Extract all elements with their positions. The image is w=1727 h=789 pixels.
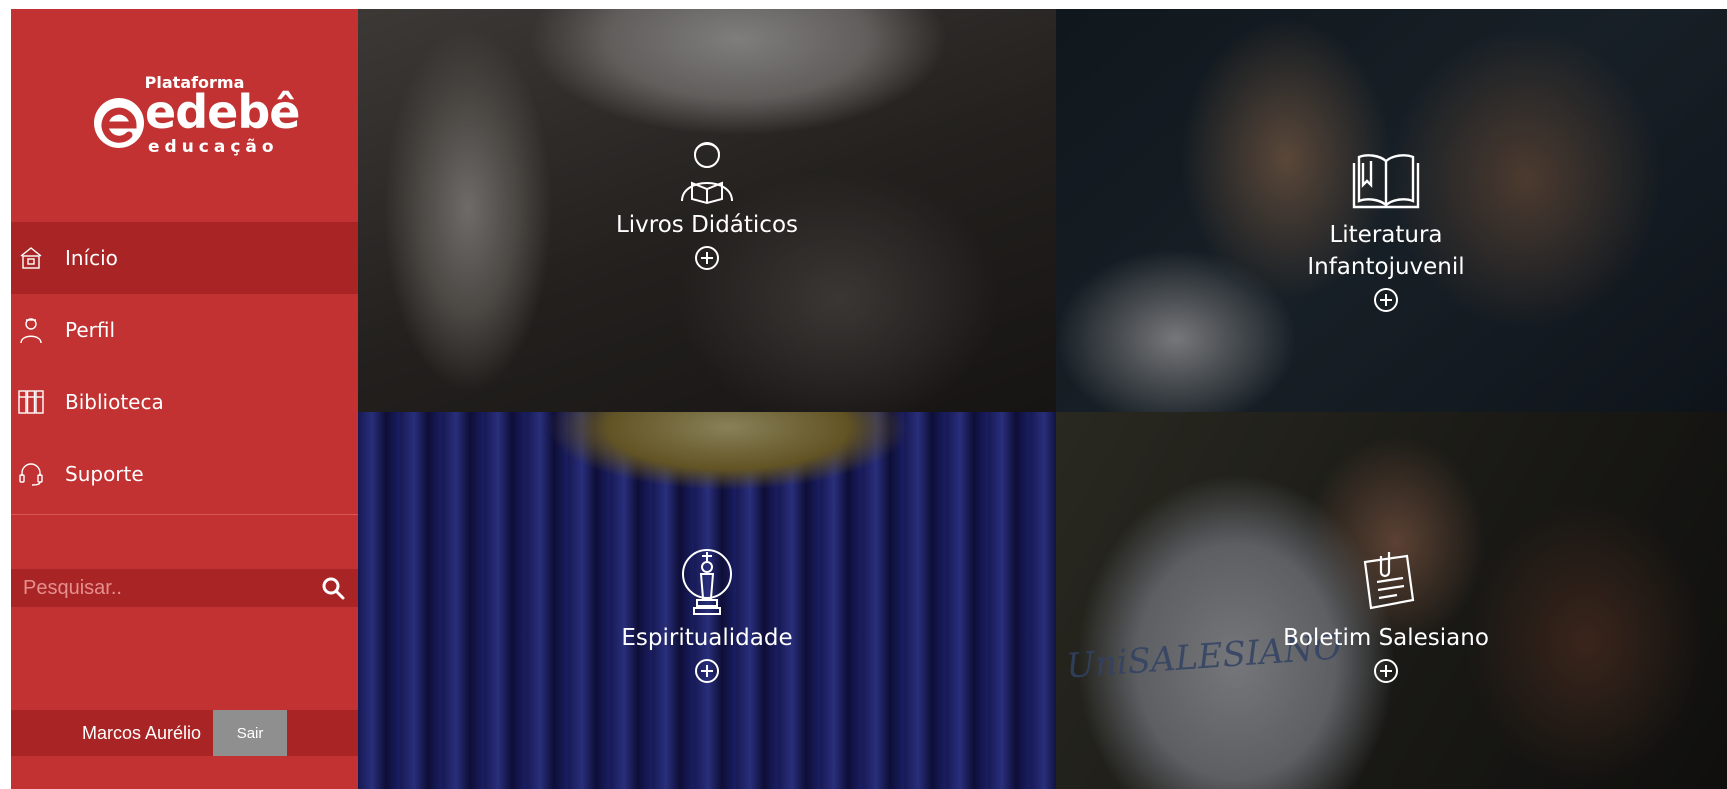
user-icon bbox=[17, 316, 45, 344]
tile-content: Livros Didáticos bbox=[607, 135, 807, 275]
logout-button[interactable]: Sair bbox=[213, 710, 288, 756]
headset-icon bbox=[17, 460, 45, 488]
library-icon bbox=[17, 388, 45, 416]
nav-divider bbox=[11, 514, 358, 515]
app: Plataforma edebê educação Início Perfil … bbox=[11, 9, 1727, 789]
reader-icon bbox=[681, 142, 733, 205]
brand-main: edebê bbox=[145, 85, 300, 139]
plus-circle-icon[interactable] bbox=[1373, 658, 1399, 684]
sidebar: Plataforma edebê educação Início Perfil … bbox=[11, 9, 358, 789]
user-name: Marcos Aurélio bbox=[81, 722, 202, 743]
tile-content: Boletim Salesiano bbox=[1276, 548, 1496, 688]
sidebar-item-label: Biblioteca bbox=[65, 390, 164, 414]
open-book-icon bbox=[1352, 154, 1420, 209]
tile-literatura-infantojuvenil[interactable]: Literatura Infantojuvenil bbox=[1056, 9, 1727, 412]
brand-sub: educação bbox=[148, 137, 279, 157]
search-input[interactable] bbox=[11, 570, 316, 606]
plus-circle-icon[interactable] bbox=[694, 245, 720, 271]
sidebar-item-inicio[interactable]: Início bbox=[11, 222, 358, 294]
sidebar-item-suporte[interactable]: Suporte bbox=[11, 438, 358, 510]
tile-boletim-salesiano[interactable]: UniSALESIANO Boletim Salesiano bbox=[1056, 412, 1727, 789]
user-bar: Marcos Aurélio Sair bbox=[11, 710, 358, 756]
brand-logo[interactable]: Plataforma edebê educação bbox=[11, 73, 358, 163]
plus-circle-icon[interactable] bbox=[1373, 287, 1399, 313]
chess-king-icon bbox=[682, 549, 732, 615]
category-grid: Livros Didáticos Literatura Infantojuven… bbox=[358, 9, 1727, 789]
sidebar-item-label: Perfil bbox=[65, 318, 116, 342]
tile-label: Boletim Salesiano bbox=[1283, 625, 1489, 651]
sidebar-item-label: Suporte bbox=[65, 462, 144, 486]
tile-livros-didaticos[interactable]: Livros Didáticos bbox=[358, 9, 1056, 412]
search-icon[interactable] bbox=[316, 571, 350, 605]
plus-circle-icon[interactable] bbox=[694, 658, 720, 684]
note-icon bbox=[1363, 552, 1415, 610]
tile-espiritualidade[interactable]: Espiritualidade bbox=[358, 412, 1056, 789]
tile-content: Literatura Infantojuvenil bbox=[1286, 145, 1486, 317]
sidebar-item-label: Início bbox=[65, 246, 118, 270]
sidebar-item-perfil[interactable]: Perfil bbox=[11, 294, 358, 366]
tile-label: Espiritualidade bbox=[621, 625, 793, 651]
home-icon bbox=[17, 244, 45, 272]
sidebar-item-biblioteca[interactable]: Biblioteca bbox=[11, 366, 358, 438]
tile-label: Livros Didáticos bbox=[615, 212, 799, 238]
brand-e-icon bbox=[94, 98, 144, 148]
search-bar bbox=[11, 569, 358, 607]
tile-label-line1: Literatura bbox=[1329, 222, 1443, 248]
tile-label-line2: Infantojuvenil bbox=[1307, 254, 1465, 280]
sidebar-nav: Início Perfil Biblioteca Suporte bbox=[11, 222, 358, 515]
tile-content: Espiritualidade bbox=[607, 548, 807, 688]
